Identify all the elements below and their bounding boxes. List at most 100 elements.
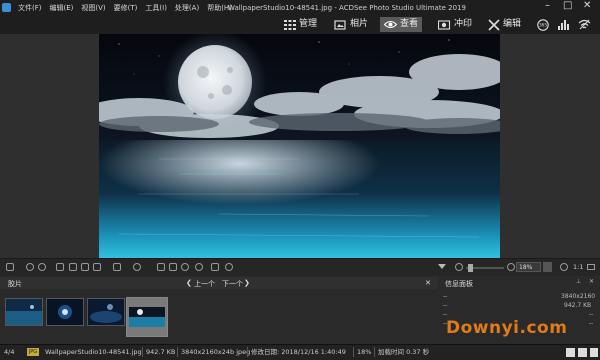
maximize-button[interactable]: □ [563, 0, 572, 11]
365-icon[interactable]: 365 [537, 19, 549, 31]
info-panel-title: 信息面板 [445, 280, 473, 288]
mode-develop[interactable]: 冲印 [438, 17, 472, 32]
photos-icon [334, 19, 346, 30]
image-viewer[interactable] [0, 34, 600, 258]
menu-modify[interactable]: 要修(T) [110, 2, 142, 14]
copy-icon[interactable] [56, 263, 64, 271]
viewer-toolbar: 18% 1:1 [0, 258, 600, 276]
develop-icon [438, 19, 451, 30]
status-zoom: 18% [357, 348, 372, 356]
menu-file[interactable]: 文件(F) [14, 2, 46, 14]
divider [177, 347, 178, 357]
tag-icon[interactable] [578, 348, 587, 357]
edit-icon [488, 18, 500, 31]
status-load-time: 加载时间 0.37 秒 [378, 348, 430, 356]
eye-icon [384, 20, 397, 29]
prev-button[interactable]: 上一个 [194, 279, 215, 289]
close-button[interactable]: ✕ [583, 0, 591, 11]
compare-icon[interactable] [157, 263, 165, 271]
zoom-in-icon[interactable] [507, 263, 515, 271]
search-icon[interactable] [560, 263, 568, 271]
info-label: -- [443, 293, 448, 300]
check-icon[interactable] [566, 348, 575, 357]
info-value: 942.7 KB [564, 302, 592, 309]
mode-photos[interactable]: 相片 [334, 17, 368, 32]
menu-bar: 文件(F) 编辑(E) 视图(V) 要修(T) 工具(I) 处理(A) 帮助(H… [14, 2, 236, 14]
filmstrip-tab[interactable]: 胶片 [8, 279, 22, 289]
thumbnail-image [6, 299, 42, 325]
menu-edit[interactable]: 编辑(E) [46, 2, 78, 14]
moon-sea-image [99, 34, 500, 258]
zoom-dropdown[interactable] [543, 262, 552, 272]
fit-icon[interactable] [587, 264, 595, 270]
info-value: 3840x2160 [561, 293, 596, 300]
window-title: WallpaperStudio10-48541.jpg - ACDSee Pho… [228, 4, 466, 12]
histogram-icon[interactable] [558, 19, 570, 30]
histogram-small-icon[interactable] [169, 263, 177, 271]
save-icon[interactable] [6, 263, 14, 271]
status-filesize: 942.7 KB [146, 348, 176, 356]
title-bar: 文件(F) 编辑(E) 视图(V) 要修(T) 工具(I) 处理(A) 帮助(H… [0, 0, 600, 16]
zoom-slider-handle[interactable] [468, 264, 473, 272]
clock-icon[interactable] [181, 263, 189, 271]
edit-marker-icon[interactable] [590, 348, 598, 357]
menu-process[interactable]: 处理(A) [171, 2, 203, 14]
wifi-icon[interactable] [578, 19, 591, 30]
status-bar: 4/4 JPG WallpaperStudio10-48541.jpg 942.… [0, 344, 600, 360]
thumbnail[interactable] [5, 298, 43, 326]
close-icon[interactable]: ✕ [425, 279, 431, 287]
grid-icon [284, 19, 296, 30]
info-value: -- [589, 311, 594, 318]
pin-icon[interactable]: ⊥ [576, 278, 581, 285]
thumbnail[interactable] [46, 298, 84, 326]
mode-label: 查看 [400, 19, 419, 29]
mode-label: 相片 [350, 19, 369, 29]
select-icon[interactable] [81, 263, 89, 271]
mode-view[interactable]: 查看 [380, 17, 423, 32]
close-icon[interactable]: ✕ [589, 278, 594, 285]
menu-tools[interactable]: 工具(I) [141, 2, 171, 14]
mode-edit[interactable]: 编辑 [488, 17, 521, 32]
zoom-tool-icon[interactable] [93, 263, 101, 271]
svg-text:365: 365 [539, 23, 547, 28]
hand-tool-icon[interactable] [69, 263, 77, 271]
divider [353, 347, 354, 357]
divider [374, 347, 375, 357]
thumbnail-selected[interactable] [126, 297, 168, 337]
mode-label: 编辑 [503, 19, 522, 29]
divider [142, 347, 143, 357]
play-icon[interactable] [225, 263, 233, 271]
menu-view[interactable]: 视图(V) [77, 2, 109, 14]
zoom-slider[interactable] [466, 264, 504, 272]
status-filename: WallpaperStudio10-48541.jpg [45, 348, 142, 356]
minimize-button[interactable]: – [545, 0, 550, 11]
thumbnail-image [88, 299, 124, 325]
watermark: Downyi.com [446, 318, 568, 338]
info-label: -- [443, 311, 448, 318]
rotate-right-icon[interactable] [38, 263, 46, 271]
mode-label: 管理 [299, 19, 318, 29]
rotate-left-icon[interactable] [26, 263, 34, 271]
acdsee-app-icon[interactable] [2, 3, 11, 12]
auto-lens-icon[interactable] [195, 263, 203, 271]
dropdown-icon[interactable] [438, 264, 446, 269]
info-icon[interactable] [211, 263, 219, 271]
mode-bar: 管理 相片 查看 冲印 编辑 365 [0, 16, 600, 34]
zoom-ratio[interactable]: 1:1 [573, 262, 583, 272]
format-badge: JPG [27, 348, 39, 356]
zoom-input[interactable]: 18% [516, 262, 541, 272]
next-arrow-icon[interactable]: ❯ [244, 279, 250, 287]
settings-gear-icon[interactable] [133, 263, 141, 271]
mode-manage[interactable]: 管理 [284, 17, 317, 32]
fullscreen-icon[interactable] [113, 263, 121, 271]
prev-arrow-icon[interactable]: ❮ [186, 279, 192, 287]
mode-label: 冲印 [454, 19, 473, 29]
info-label: -- [443, 302, 448, 309]
next-button[interactable]: 下一个 [222, 279, 243, 289]
thumbnail[interactable] [87, 298, 125, 326]
thumbnail-image [47, 299, 83, 325]
divider [247, 347, 248, 357]
zoom-out-icon[interactable] [455, 263, 463, 271]
filmstrip [0, 290, 437, 344]
image-index: 4/4 [4, 348, 15, 356]
